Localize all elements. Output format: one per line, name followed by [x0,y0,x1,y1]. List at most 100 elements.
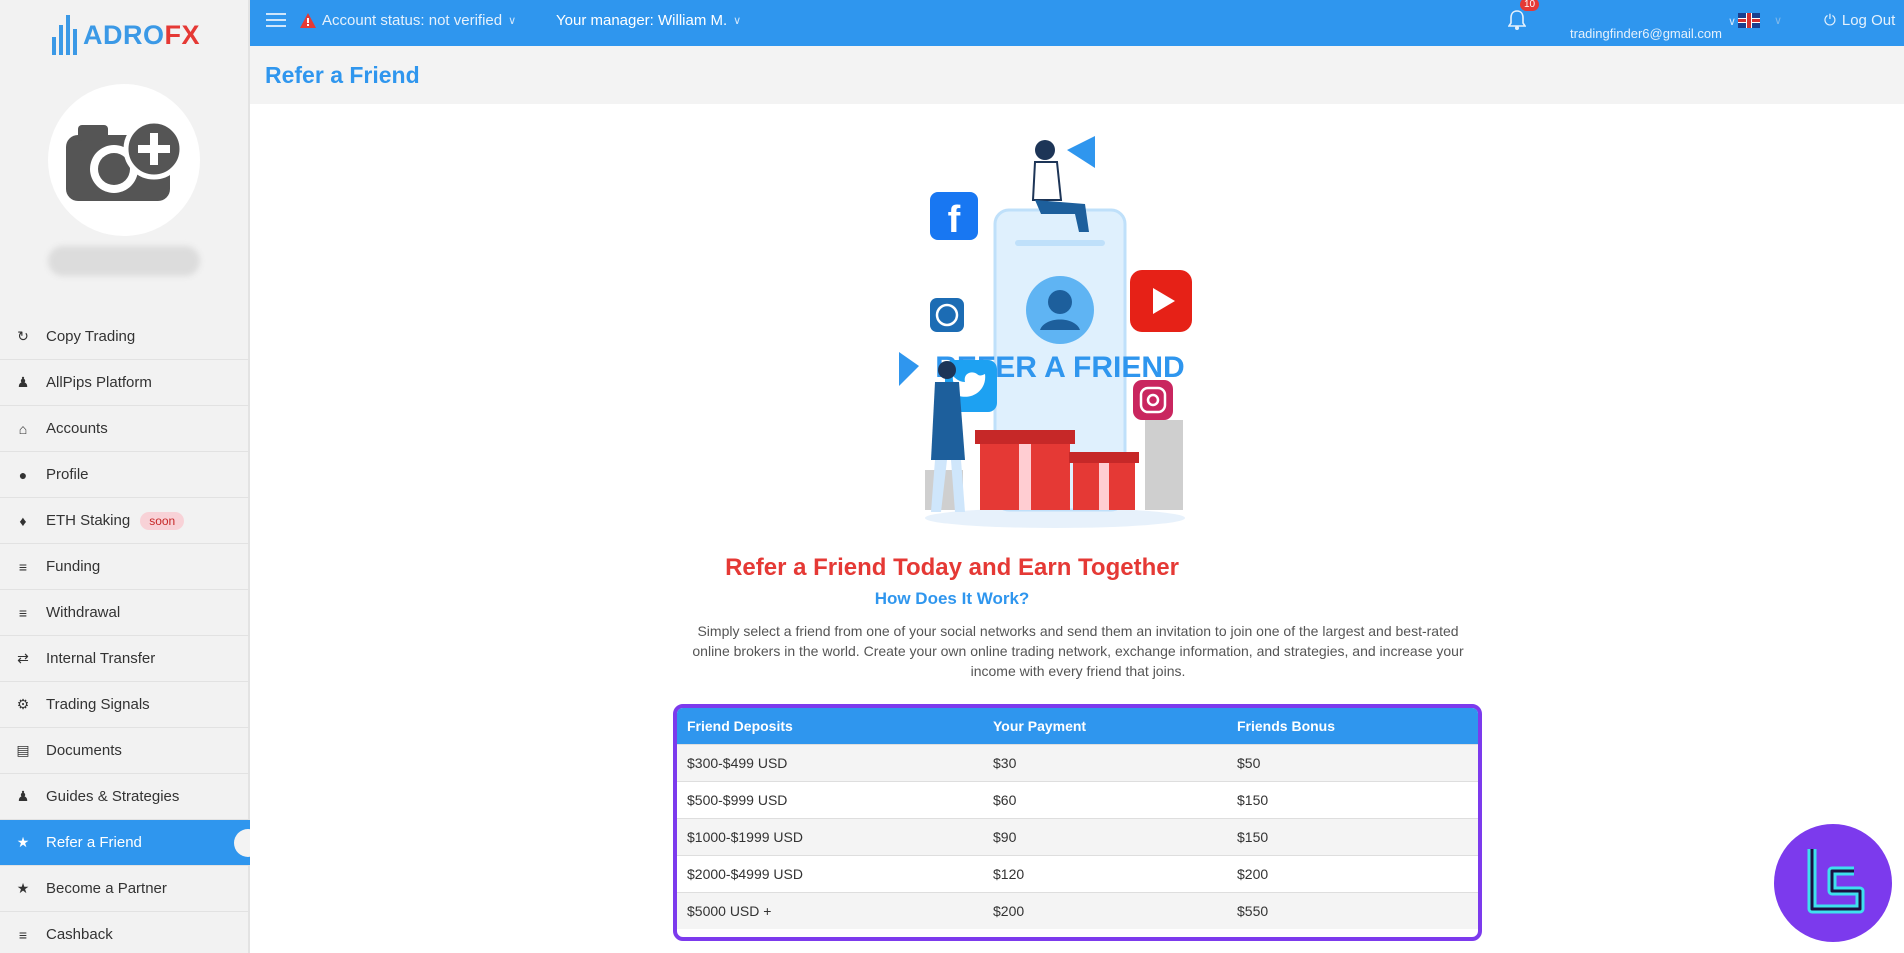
header-your-payment: Your Payment [983,708,1227,744]
logo-bars-icon [52,15,77,55]
svg-text:f: f [948,199,961,241]
sidebar-item-label: AllPips Platform [46,374,152,391]
ethereum-icon: ♦ [19,512,27,529]
cell-friend-deposits: $5000 USD + [677,891,983,929]
sidebar-item-refer-a-friend[interactable]: ★ Refer a Friend [0,820,262,866]
sidebar-item-allpips-platform[interactable]: ♟ AllPips Platform [0,360,250,406]
logo-text-adro: ADRO [83,19,165,50]
refer-a-friend-illustration: REFER A FRIEND f [899,136,1192,528]
sidebar-item-label: Cashback [46,926,113,943]
bell-icon [1508,10,1526,30]
logout-button[interactable]: ⏻ Log Out [1824,0,1895,40]
partner-icon: ★ [16,880,30,896]
cell-your-payment: $200 [983,891,1227,929]
cashback-icon: ≡ [18,926,28,943]
chevron-down-icon: ∨ [733,14,742,27]
language-dropdown[interactable]: ∨ [1738,0,1782,40]
power-icon: ⏻ [1824,11,1836,29]
guide-icon: ♟ [16,788,30,804]
sidebar-item-label: Copy Trading [46,328,136,345]
refer-icon: ★ [16,834,30,850]
copy-trading-icon: ↻ [17,328,29,344]
tradingfinder-logo-icon [1807,849,1865,914]
cell-friend-deposits: $500-$999 USD [677,780,983,818]
user-email: tradingfinder6@gmail.com [1570,25,1722,41]
notification-count-badge: 10 [1520,0,1540,11]
referral-rewards-table: Friend Deposits Your Payment Friends Bon… [677,708,1478,929]
user-email-dropdown[interactable]: tradingfinder6@gmail.com ∨ [1570,4,1736,44]
referral-rewards-table-highlight: Friend Deposits Your Payment Friends Bon… [673,704,1482,941]
page-title: Refer a Friend [265,62,420,88]
manager-dropdown[interactable]: Your manager: William M. ∨ [556,0,741,40]
cell-friends-bonus: $150 [1227,780,1478,818]
sidebar: ADROFX ↻ Copy Trading ♟ AllPips Platform… [0,0,262,953]
document-icon: ▤ [16,742,30,758]
sidebar-item-label: Accounts [46,420,108,437]
sidebar-item-label: Guides & Strategies [46,788,180,805]
cell-your-payment: $30 [983,743,1227,781]
soon-badge: soon [140,511,185,530]
sidebar-item-label: Internal Transfer [46,650,156,667]
sidebar-item-label: Profile [46,466,89,483]
chevron-down-icon: ∨ [508,14,517,27]
account-status-text: Account status: not verified [322,11,503,29]
cell-friends-bonus: $150 [1227,817,1478,855]
sidebar-item-documents[interactable]: ▤ Documents [0,728,250,774]
whatsapp-icon [930,298,964,332]
topbar: Account status: not verified ∨ Your mana… [250,0,1904,46]
sidebar-item-label: Documents [46,742,122,759]
tradingfinder-watermark [1774,824,1892,942]
person-with-megaphone-icon [1035,140,1055,160]
sidebar-item-accounts[interactable]: ⌂ Accounts [0,406,250,452]
table-row: $2000-$4999 USD $120 $200 [677,854,1478,892]
cell-your-payment: $60 [983,780,1227,818]
notifications-button[interactable]: 10 [1508,0,1540,40]
sidebar-item-internal-transfer[interactable]: ⇄ Internal Transfer [0,636,250,682]
sidebar-item-guides-strategies[interactable]: ♟ Guides & Strategies [0,774,250,820]
cell-friends-bonus: $200 [1227,854,1478,892]
sidebar-item-cashback[interactable]: ≡ Cashback [0,912,250,953]
sidebar-item-label: Trading Signals [46,696,150,713]
header-friend-deposits: Friend Deposits [677,708,983,744]
table-row: $1000-$1999 USD $90 $150 [677,817,1478,855]
account-status-dropdown[interactable]: Account status: not verified ∨ [300,0,516,40]
cell-your-payment: $120 [983,854,1227,892]
sidebar-item-copy-trading[interactable]: ↻ Copy Trading [0,314,250,360]
subhead: How Does It Work? [874,589,1030,608]
signals-icon: ⚙ [16,696,30,712]
cell-friend-deposits: $2000-$4999 USD [677,854,983,892]
table-header-row: Friend Deposits Your Payment Friends Bon… [677,708,1478,744]
menu-toggle-button[interactable] [264,0,288,40]
username-blurred [48,246,200,276]
sidebar-menu: ↻ Copy Trading ♟ AllPips Platform ⌂ Acco… [0,314,262,953]
transfer-icon: ⇄ [17,650,29,666]
sidebar-item-trading-signals[interactable]: ⚙ Trading Signals [0,682,250,728]
woman-with-megaphone-icon [938,361,956,379]
manager-text: Your manager: William M. [556,11,728,29]
sidebar-item-label: Refer a Friend [46,834,142,851]
description: Simply select a friend from one of your … [692,623,1464,679]
chevron-down-icon: ∨ [1774,14,1783,27]
avatar-upload[interactable] [48,84,200,236]
header-friends-bonus: Friends Bonus [1227,708,1478,744]
cell-friends-bonus: $550 [1227,891,1478,929]
home-icon: ⌂ [18,420,28,437]
logo-text-fx: FX [164,19,201,50]
table-row: $300-$499 USD $30 $50 [677,743,1478,781]
sidebar-item-label: ETH Staking [46,512,131,529]
sidebar-item-become-a-partner[interactable]: ★ Become a Partner [0,866,250,912]
cell-friends-bonus: $50 [1227,743,1478,781]
chevron-down-icon: ∨ [1727,15,1736,28]
cell-friend-deposits: $1000-$1999 USD [677,817,983,855]
sidebar-item-profile[interactable]: ● Profile [0,452,250,498]
uk-flag-icon [1738,12,1760,28]
instagram-icon [1133,380,1173,420]
table-row: $5000 USD + $200 $550 [677,891,1478,929]
adrofx-logo[interactable]: ADROFX [52,10,200,60]
warning-icon [300,12,316,28]
table-row: $500-$999 USD $60 $150 [677,780,1478,818]
cell-your-payment: $90 [983,817,1227,855]
sidebar-item-eth-staking[interactable]: ♦ ETH Staking soon [0,498,250,544]
headline: Refer a Friend Today and Earn Together [725,554,1179,581]
sidebar-item-label: Become a Partner [46,880,167,897]
